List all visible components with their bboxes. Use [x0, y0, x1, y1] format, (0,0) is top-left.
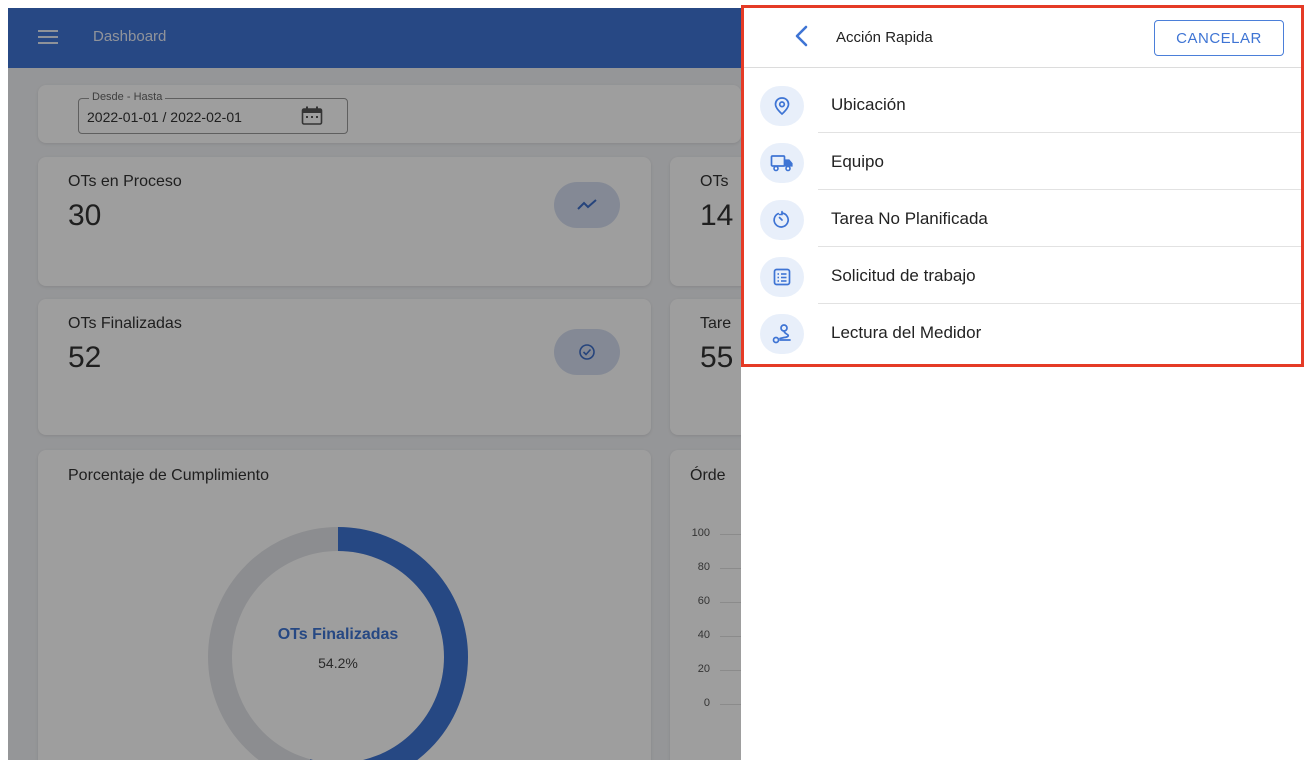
- cancel-button[interactable]: CANCELAR: [1154, 20, 1284, 56]
- quick-action-lectura-del-medidor[interactable]: Lectura del Medidor: [741, 304, 1302, 361]
- request-form-icon: [773, 268, 791, 286]
- truck-icon: [770, 155, 793, 172]
- location-pin-icon: [774, 97, 790, 116]
- screen: Dashboard Desde - Hasta 2022-01-01 / 202…: [0, 0, 1307, 767]
- modal-backdrop[interactable]: [8, 8, 741, 760]
- quick-action-tarea-no-planificada[interactable]: Tarea No Planificada: [741, 190, 1302, 247]
- quick-action-ubicacion[interactable]: Ubicación: [741, 76, 1302, 133]
- qa-icon-bg: [760, 257, 804, 297]
- qa-icon-bg: [760, 314, 804, 354]
- qa-icon-bg: [760, 143, 804, 183]
- timer-icon: [773, 210, 789, 228]
- route-meter-icon: [772, 324, 791, 344]
- quick-action-label: Solicitud de trabajo: [831, 266, 976, 285]
- quick-action-label: Equipo: [831, 152, 884, 171]
- quick-action-label: Lectura del Medidor: [831, 323, 982, 342]
- quick-action-solicitud-de-trabajo[interactable]: Solicitud de trabajo: [741, 247, 1302, 304]
- qa-icon-bg: [760, 86, 804, 126]
- panel-title: Acción Rapida: [836, 29, 933, 46]
- quick-action-equipo[interactable]: Equipo: [741, 133, 1302, 190]
- quick-action-label: Tarea No Planificada: [831, 209, 988, 228]
- back-arrow-icon[interactable]: [791, 24, 813, 48]
- panel-header: Acción Rapida CANCELAR: [741, 8, 1302, 68]
- quick-action-panel: Acción Rapida CANCELAR Ubicación Equipo …: [741, 8, 1302, 760]
- quick-action-label: Ubicación: [831, 95, 906, 114]
- quick-action-list: Ubicación Equipo Tarea No Planificada So…: [741, 76, 1302, 361]
- qa-icon-bg: [760, 200, 804, 240]
